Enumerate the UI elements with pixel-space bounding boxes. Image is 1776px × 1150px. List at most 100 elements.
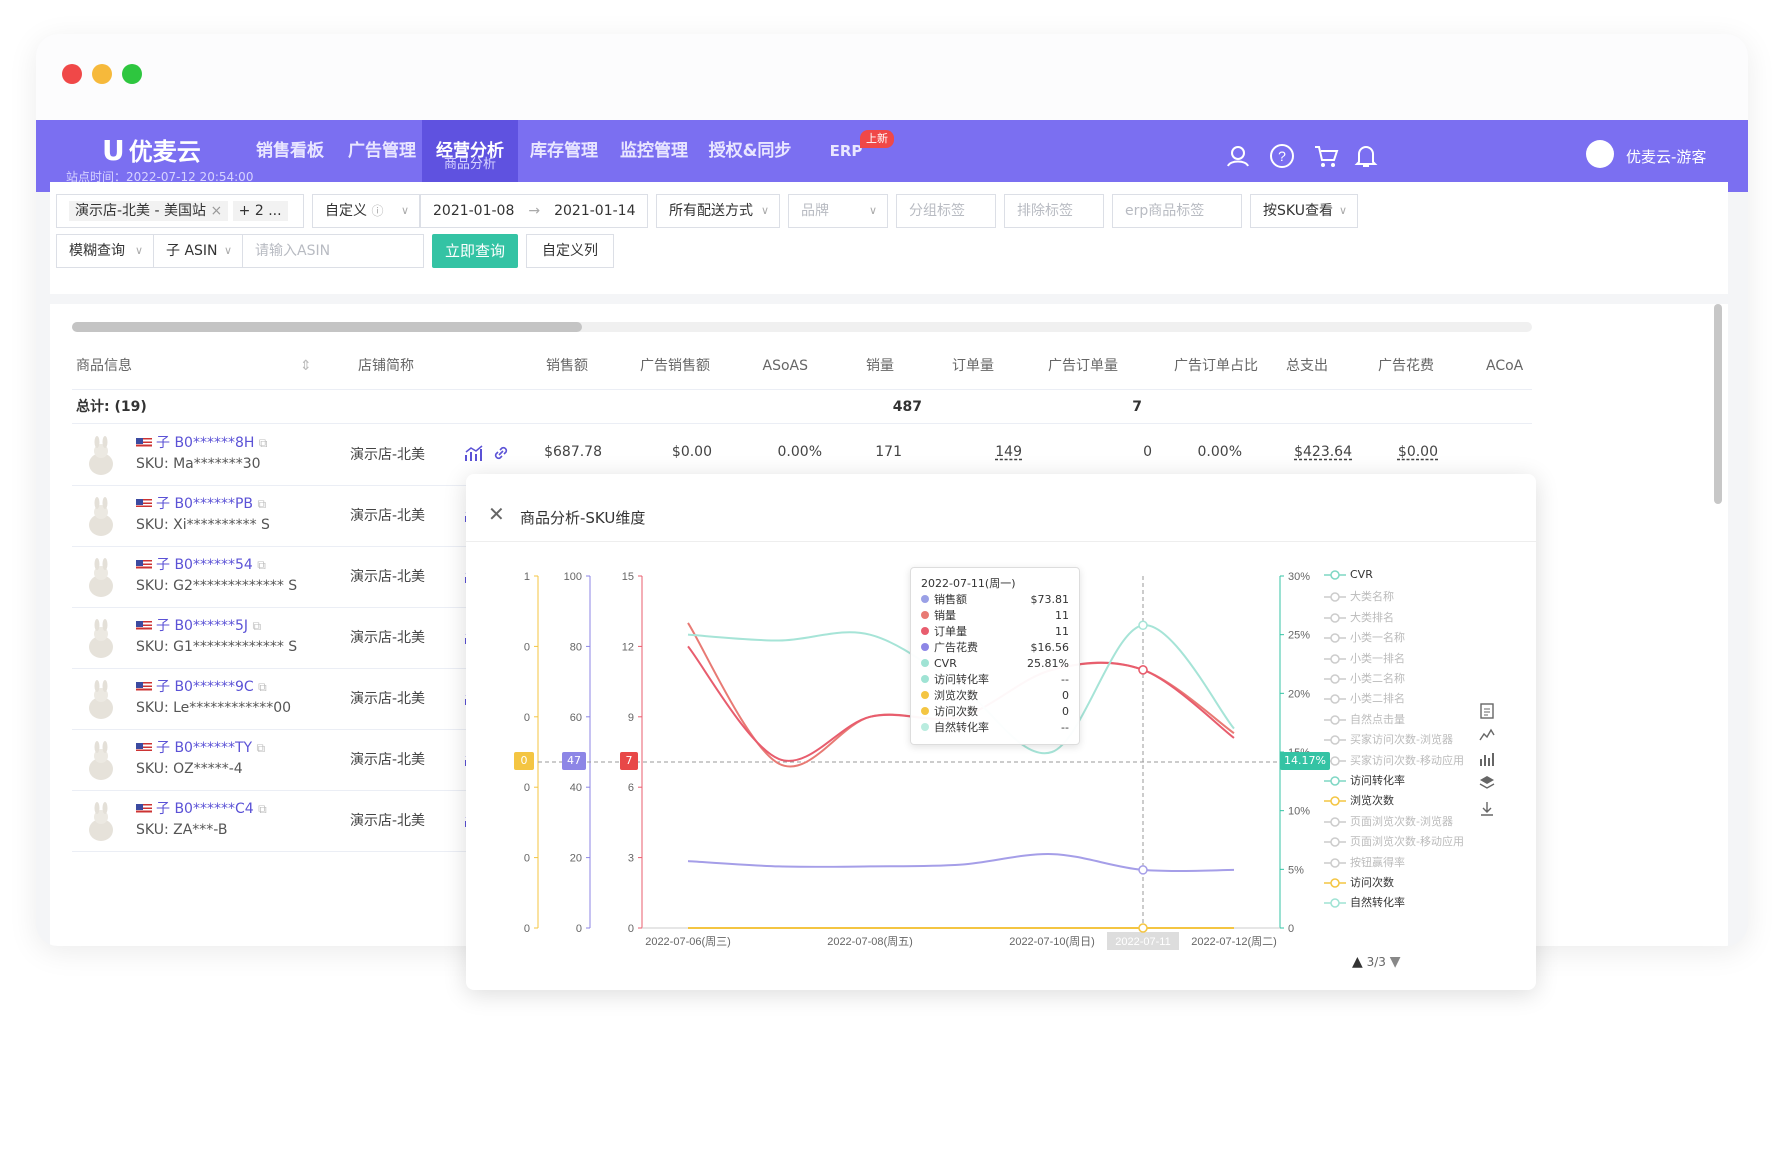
col-sales[interactable]: 销售额 — [522, 342, 588, 390]
tag-close-icon[interactable]: × — [210, 203, 222, 219]
spend-cell[interactable]: $423.64 — [1282, 444, 1352, 460]
bell-icon[interactable] — [1352, 142, 1380, 170]
user-name[interactable]: 优麦云-游客 — [1626, 146, 1706, 167]
legend-item[interactable]: 小类一名称 — [1324, 629, 1405, 647]
stack-icon[interactable] — [1478, 774, 1496, 792]
external-link-icon[interactable]: ⧉ — [257, 497, 266, 511]
sku-text: SKU: G1************* S — [136, 639, 298, 655]
horizontal-scrollbar[interactable] — [72, 322, 1532, 332]
avatar[interactable] — [1586, 140, 1614, 168]
close-icon[interactable]: ✕ — [488, 504, 505, 524]
product-thumbnail[interactable] — [82, 497, 120, 539]
tooltip-series-value: -- — [1061, 673, 1069, 686]
external-link-icon[interactable]: ⧉ — [258, 802, 267, 816]
date-range-picker[interactable]: 2021-01-08 → 2021-01-14 — [420, 194, 648, 228]
legend-item[interactable]: 按钮赢得率 — [1324, 854, 1405, 872]
legend-item[interactable]: 小类二排名 — [1324, 690, 1405, 708]
sort-icon[interactable]: ⇕ — [300, 342, 312, 390]
legend-item[interactable]: CVR — [1324, 568, 1373, 586]
legend-item[interactable]: 大类排名 — [1324, 609, 1394, 627]
asin-link[interactable]: 子 B0******TY ⧉ — [136, 737, 265, 757]
date-end: 2021-01-14 — [554, 203, 636, 219]
col-qty[interactable]: 销量 — [852, 342, 894, 390]
product-thumbnail[interactable] — [82, 558, 120, 600]
legend-item[interactable]: 自然点击量 — [1324, 711, 1405, 729]
close-window-button[interactable] — [62, 64, 82, 84]
legend-item[interactable]: 买家访问次数-移动应用 — [1324, 752, 1464, 770]
asin-input[interactable]: 请输入ASIN — [242, 234, 424, 268]
pager-up-icon[interactable]: ▲ — [1352, 954, 1363, 970]
download-icon[interactable] — [1478, 800, 1496, 818]
group-tag-select[interactable]: 分组标签 — [896, 194, 996, 228]
pager-down-icon[interactable]: ▼ — [1390, 954, 1401, 970]
orders-cell[interactable]: 149 — [952, 444, 1022, 460]
product-thumbnail[interactable] — [82, 802, 120, 844]
col-acoa[interactable]: ACoA — [1486, 342, 1523, 390]
view-by-select[interactable]: 按SKU查看 ∨ — [1250, 194, 1358, 228]
asin-link[interactable]: 子 B0******9C ⧉ — [136, 676, 267, 696]
legend-item[interactable]: 买家访问次数-浏览器 — [1324, 731, 1453, 749]
external-link-icon[interactable]: ⧉ — [259, 436, 268, 450]
axis-tick-label: 80 — [570, 641, 582, 653]
bar-chart-icon[interactable] — [1478, 750, 1496, 768]
asin-link[interactable]: 子 B0******54 ⧉ — [136, 554, 266, 574]
product-thumbnail[interactable] — [82, 741, 120, 783]
asin-link[interactable]: 子 B0******8H ⧉ — [136, 432, 267, 452]
legend-item[interactable]: 大类名称 — [1324, 588, 1394, 606]
delivery-select[interactable]: 所有配送方式 ∨ — [656, 194, 780, 228]
external-link-icon[interactable]: ⧉ — [258, 680, 267, 694]
col-ad-sales[interactable]: 广告销售额 — [620, 342, 710, 390]
legend-item[interactable]: 自然转化率 — [1324, 894, 1405, 912]
brand-logo[interactable]: U 优麦云 — [102, 132, 201, 167]
product-thumbnail[interactable] — [82, 436, 120, 478]
date-mode-select[interactable]: 自定义 ⓘ ∨ — [312, 194, 420, 228]
legend-item[interactable]: 访问次数 — [1324, 874, 1394, 892]
external-link-icon[interactable]: ⧉ — [257, 558, 266, 572]
minimize-window-button[interactable] — [92, 64, 112, 84]
help-icon[interactable]: ? — [1268, 142, 1296, 170]
col-ad-order-ratio[interactable]: 广告订单占比 — [1156, 342, 1258, 390]
cart-icon[interactable] — [1312, 142, 1340, 170]
legend-item[interactable]: 小类二名称 — [1324, 670, 1405, 688]
asin-type-select[interactable]: 子 ASIN ∨ — [153, 234, 243, 268]
tooltip-series-name: 访问转化率 — [934, 673, 989, 686]
legend-pager: ▲ 3/3 ▼ — [1352, 954, 1401, 970]
asin-link[interactable]: 子 B0******PB ⧉ — [136, 493, 266, 513]
legend-item[interactable]: 小类一排名 — [1324, 650, 1405, 668]
col-product-info[interactable]: 商品信息 — [76, 342, 132, 390]
link-icon[interactable] — [492, 444, 510, 462]
match-mode-select[interactable]: 模糊查询 ∨ — [56, 234, 154, 268]
axis-tick-label: 0 — [524, 641, 530, 653]
trend-chart-icon[interactable] — [464, 444, 484, 462]
asin-link[interactable]: 子 B0******C4 ⧉ — [136, 798, 267, 818]
brand-select[interactable]: 品牌 ∨ — [788, 194, 888, 228]
legend-marker-icon — [1324, 817, 1346, 827]
external-link-icon[interactable]: ⧉ — [252, 619, 261, 633]
col-ad-orders[interactable]: 广告订单量 — [1032, 342, 1118, 390]
data-view-icon[interactable] — [1478, 702, 1496, 720]
customer-service-icon[interactable] — [1224, 142, 1252, 170]
legend-item[interactable]: 页面浏览次数-移动应用 — [1324, 833, 1464, 851]
scrollbar-thumb[interactable] — [72, 322, 582, 332]
legend-item[interactable]: 浏览次数 — [1324, 792, 1394, 810]
legend-item[interactable]: 页面浏览次数-浏览器 — [1324, 813, 1453, 831]
erp-tag-select[interactable]: erp商品标签 — [1112, 194, 1242, 228]
ad-cost-cell[interactable]: $0.00 — [1368, 444, 1438, 460]
vertical-scrollbar[interactable] — [1714, 304, 1722, 504]
maximize-window-button[interactable] — [122, 64, 142, 84]
col-asoas[interactable]: ASoAS — [758, 342, 809, 390]
exclude-tag-select[interactable]: 排除标签 — [1004, 194, 1104, 228]
product-thumbnail[interactable] — [82, 619, 120, 661]
external-link-icon[interactable]: ⧉ — [257, 741, 266, 755]
col-total-spend[interactable]: 总支出 — [1272, 342, 1328, 390]
query-button[interactable]: 立即查询 — [432, 234, 518, 268]
custom-columns-button[interactable]: 自定义列 — [526, 234, 614, 268]
line-chart-icon[interactable] — [1478, 726, 1496, 744]
axis-pointer-tag: 47 — [562, 752, 586, 770]
legend-item[interactable]: 访问转化率 — [1324, 772, 1405, 790]
col-ad-cost[interactable]: 广告花费 — [1362, 342, 1434, 390]
shop-select[interactable]: 演示店-北美 - 美国站 × + 2 ... — [56, 194, 304, 228]
col-orders[interactable]: 订单量 — [938, 342, 994, 390]
asin-link[interactable]: 子 B0******5J ⧉ — [136, 615, 261, 635]
product-thumbnail[interactable] — [82, 680, 120, 722]
